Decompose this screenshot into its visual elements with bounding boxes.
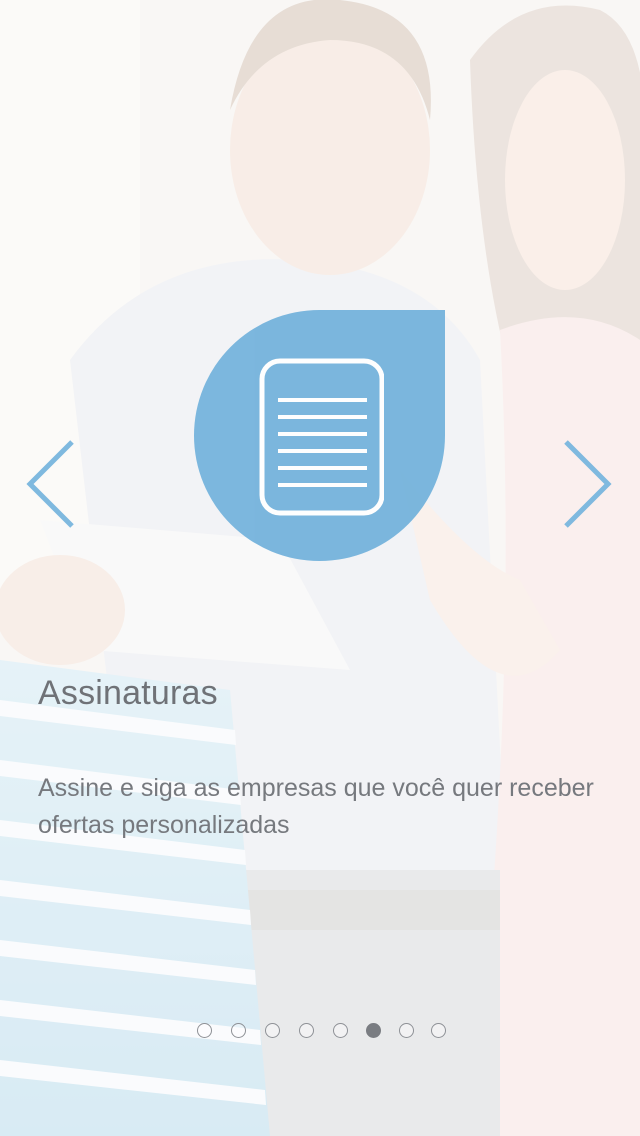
page-dot-2[interactable]	[231, 1023, 246, 1038]
page-dot-1[interactable]	[197, 1023, 212, 1038]
feature-badge	[194, 310, 445, 561]
page-dot-6[interactable]	[366, 1023, 381, 1038]
next-slide-button[interactable]	[560, 438, 616, 530]
page-dot-4[interactable]	[299, 1023, 314, 1038]
background-overlay	[0, 0, 640, 1136]
chevron-right-icon	[564, 440, 612, 528]
chevron-left-icon	[26, 440, 74, 528]
page-dot-8[interactable]	[431, 1023, 446, 1038]
document-icon	[259, 358, 384, 516]
previous-slide-button[interactable]	[22, 438, 78, 530]
slide-description: Assine e siga as empresas que você quer …	[38, 774, 594, 839]
slide-title: Assinaturas	[38, 674, 218, 712]
page-dot-5[interactable]	[333, 1023, 348, 1038]
pagination-dots	[0, 1023, 640, 1043]
page-dot-3[interactable]	[265, 1023, 280, 1038]
onboarding-screen: Assinaturas Assine e siga as empresas qu…	[0, 0, 640, 1136]
page-dot-7[interactable]	[399, 1023, 414, 1038]
